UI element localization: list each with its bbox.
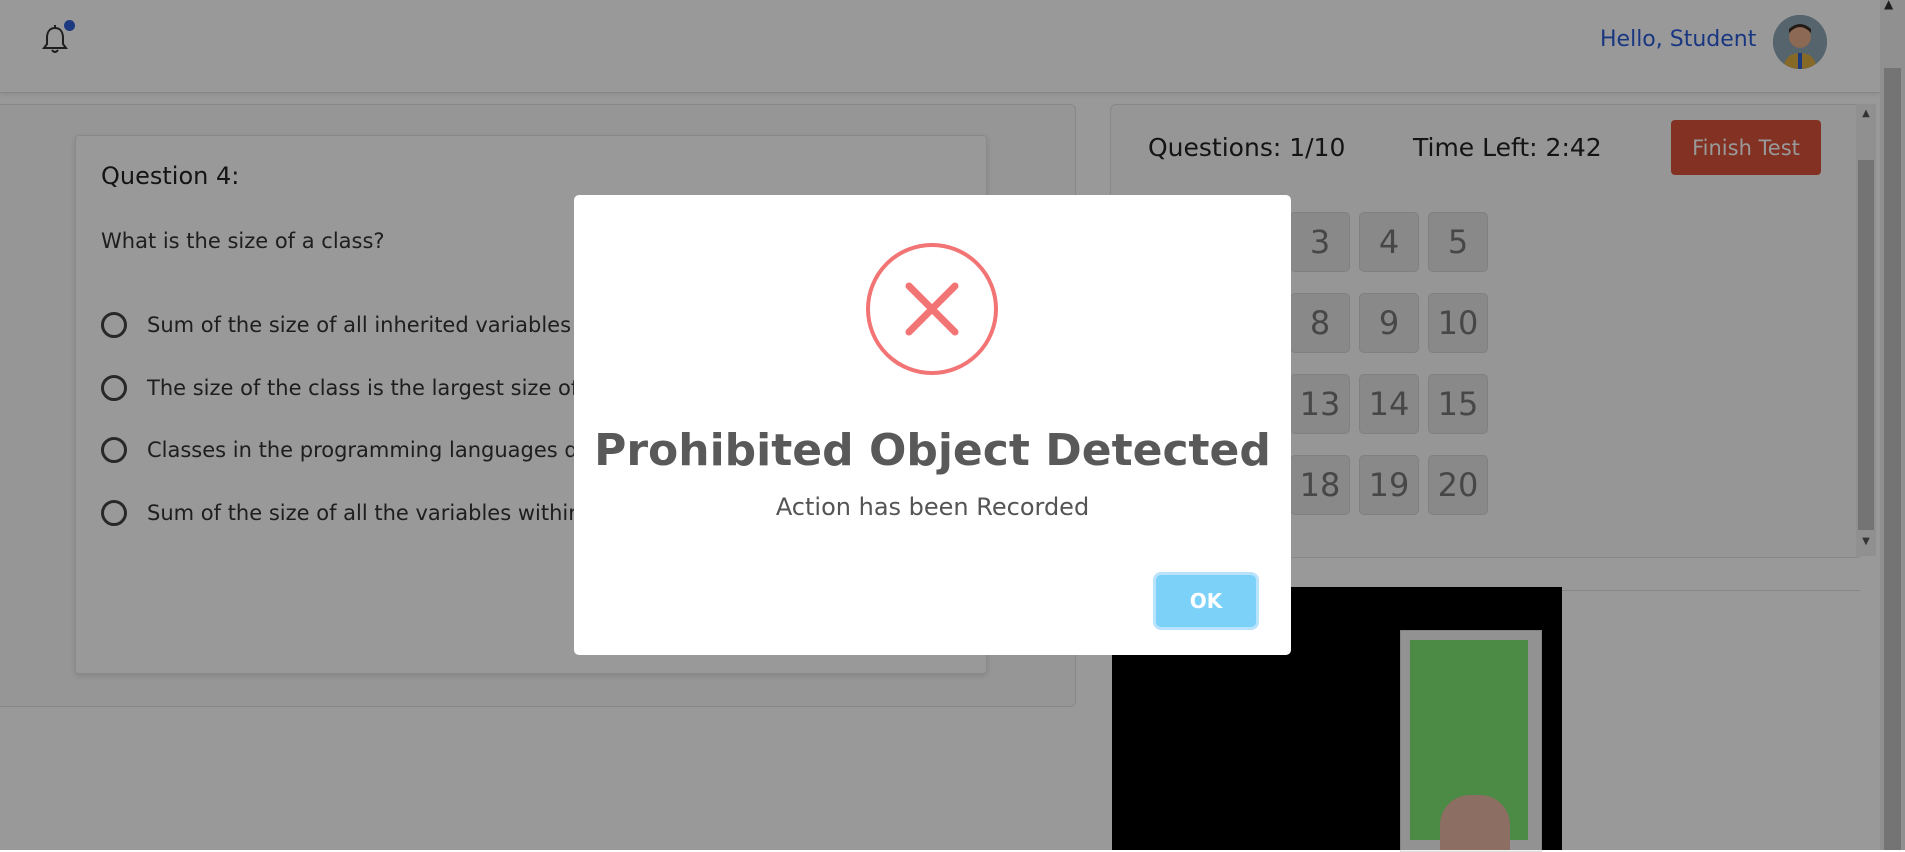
error-x-icon [866, 243, 998, 375]
alert-dialog: Prohibited Object Detected Action has be… [574, 195, 1291, 655]
dialog-message: Action has been Recorded [775, 493, 1090, 521]
ok-button[interactable]: OK [1156, 575, 1256, 627]
dialog-title: Prohibited Object Detected [594, 425, 1271, 476]
